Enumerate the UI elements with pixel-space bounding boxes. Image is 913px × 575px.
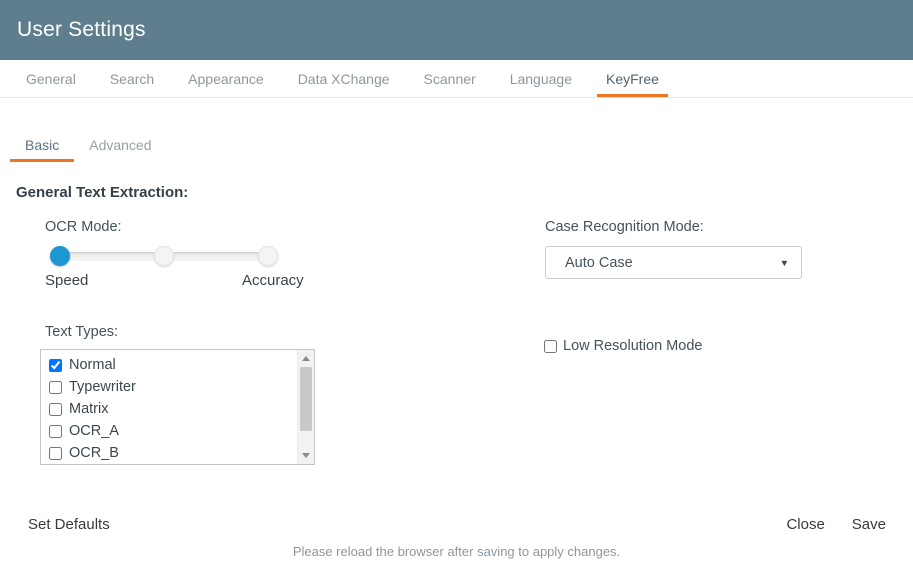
dialog-header: User Settings: [0, 0, 913, 60]
ocr-mode-label: OCR Mode:: [45, 219, 122, 235]
tab-general[interactable]: General: [17, 60, 85, 97]
user-settings-dialog: User Settings General Search Appearance …: [0, 0, 913, 575]
list-item-normal[interactable]: Normal: [49, 354, 314, 376]
ocr-mode-slider[interactable]: [50, 246, 278, 266]
typewriter-checkbox[interactable]: [49, 381, 62, 394]
list-item-ocr-a[interactable]: OCR_A: [49, 420, 314, 442]
tab-appearance[interactable]: Appearance: [179, 60, 273, 97]
reload-note: Please reload the browser after saving t…: [0, 544, 913, 559]
save-button[interactable]: Save: [852, 516, 886, 533]
select-value: Auto Case: [565, 255, 633, 271]
arrow-down-icon: [302, 453, 310, 458]
slider-stop-speed[interactable]: [50, 246, 70, 266]
scroll-down-button[interactable]: [298, 448, 314, 463]
text-types-items: Normal Typewriter Matrix OCR_A OCR_B: [41, 350, 314, 464]
case-mode-select[interactable]: Auto Case ▼: [545, 246, 802, 279]
low-res-checkbox[interactable]: [544, 340, 557, 353]
ocr-b-checkbox[interactable]: [49, 447, 62, 460]
checkbox-label: OCR_B: [69, 445, 119, 461]
slider-stop-balanced[interactable]: [154, 246, 174, 266]
dialog-title: User Settings: [17, 18, 146, 42]
ocr-a-checkbox[interactable]: [49, 425, 62, 438]
close-button[interactable]: Close: [786, 516, 824, 533]
arrow-up-icon: [302, 356, 310, 361]
case-mode-label: Case Recognition Mode:: [545, 219, 704, 235]
tab-search[interactable]: Search: [101, 60, 163, 97]
listbox-scrollbar[interactable]: [297, 350, 314, 464]
sub-tab-bar: Basic Advanced: [10, 127, 167, 162]
tab-data-xchange[interactable]: Data XChange: [289, 60, 399, 97]
slider-stop-accuracy[interactable]: [258, 246, 278, 266]
normal-checkbox[interactable]: [49, 359, 62, 372]
text-types-label: Text Types:: [45, 324, 118, 340]
list-item-matrix[interactable]: Matrix: [49, 398, 314, 420]
subtab-advanced[interactable]: Advanced: [74, 127, 166, 162]
scroll-up-button[interactable]: [298, 351, 314, 366]
main-tab-bar: General Search Appearance Data XChange S…: [0, 60, 913, 98]
scrollbar-thumb[interactable]: [300, 367, 312, 431]
subtab-basic[interactable]: Basic: [10, 127, 74, 162]
checkbox-label: OCR_A: [69, 423, 119, 439]
text-types-listbox[interactable]: Normal Typewriter Matrix OCR_A OCR_B: [40, 349, 315, 465]
low-res-label: Low Resolution Mode: [563, 338, 702, 354]
section-heading: General Text Extraction:: [16, 184, 188, 201]
list-item-typewriter[interactable]: Typewriter: [49, 376, 314, 398]
set-defaults-button[interactable]: Set Defaults: [28, 516, 110, 533]
dropdown-caret-icon: ▼: [780, 258, 790, 268]
list-item-ocr-b[interactable]: OCR_B: [49, 442, 314, 464]
tab-scanner[interactable]: Scanner: [415, 60, 485, 97]
low-res-row[interactable]: Low Resolution Mode: [544, 338, 702, 354]
slider-max-label: Accuracy: [242, 272, 304, 289]
matrix-checkbox[interactable]: [49, 403, 62, 416]
slider-min-label: Speed: [45, 272, 88, 289]
checkbox-label: Typewriter: [69, 379, 136, 395]
tab-keyfree[interactable]: KeyFree: [597, 60, 668, 97]
checkbox-label: Matrix: [69, 401, 108, 417]
footer-actions: Close Save: [786, 516, 886, 533]
tab-language[interactable]: Language: [501, 60, 581, 97]
checkbox-label: Normal: [69, 357, 116, 373]
